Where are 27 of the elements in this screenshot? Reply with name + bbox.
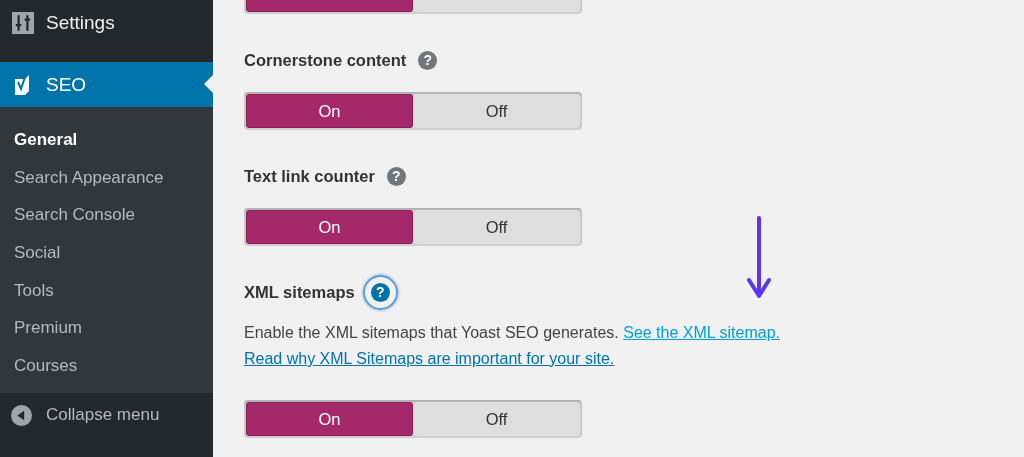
submenu-item[interactable]: Premium: [0, 309, 213, 348]
submenu-item[interactable]: Tools: [0, 271, 213, 310]
description-text: Enable the XML sitemaps that Yoast SEO generates. See the XML sitemap. Read why XML Sitemaps are important for your site.: [244, 323, 782, 369]
submenu-item[interactable]: Social: [0, 234, 213, 272]
menu-item[interactable]: Settings: [0, 0, 213, 45]
toggle-option[interactable]: Off: [413, 402, 580, 436]
setting-title: XML sitemaps: [244, 282, 355, 302]
toggle-option[interactable]: Off: [413, 94, 580, 128]
collapse-menu-button[interactable]: Collapse menu: [0, 392, 213, 426]
sliders-icon: [12, 11, 34, 34]
toggle-option[interactable]: On: [246, 210, 413, 244]
submenu-item[interactable]: Search Appearance: [0, 158, 213, 197]
help-button[interactable]: ?: [362, 274, 398, 310]
submenu-item[interactable]: Courses: [0, 347, 213, 385]
help-button[interactable]: ?: [418, 50, 438, 70]
toggle-option[interactable]: Off: [413, 210, 580, 244]
menu-item[interactable]: SEO: [0, 62, 213, 107]
toggle-option[interactable]: On: [246, 94, 413, 128]
help-button[interactable]: ?: [386, 166, 406, 186]
toggle-option[interactable]: On: [246, 402, 413, 436]
link[interactable]: Read why XML Sitemaps are important for your site.: [244, 350, 615, 367]
setting-title: Text link counter: [244, 166, 375, 186]
submenu-item[interactable]: Search Console: [0, 196, 213, 235]
setting-title: Cornerstone content: [244, 50, 407, 70]
current-pointer: [204, 75, 213, 93]
submenu-item[interactable]: General: [0, 121, 213, 159]
collapse-icon: [11, 404, 32, 426]
